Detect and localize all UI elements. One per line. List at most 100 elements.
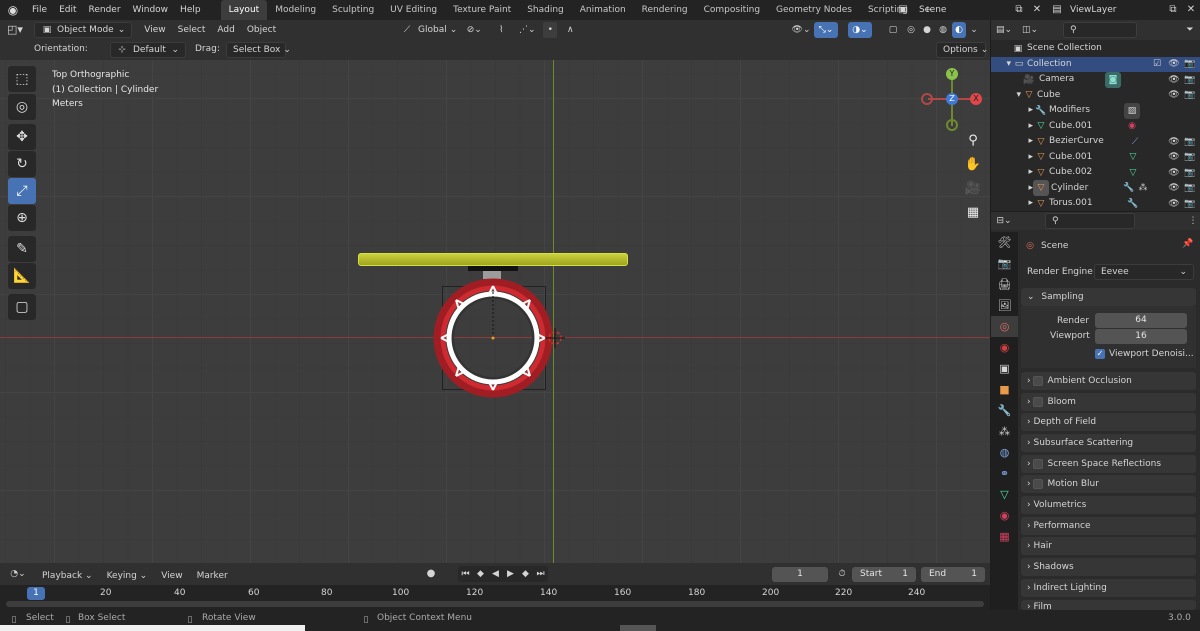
checkbox-icon[interactable] <box>1033 458 1044 469</box>
viewport-samples-field[interactable]: 16 <box>1095 329 1187 344</box>
tab-rendering[interactable]: Rendering <box>634 0 696 20</box>
move-tool[interactable]: ✥ <box>8 124 36 150</box>
add-cube-tool[interactable]: ▢ <box>8 294 36 320</box>
camera-render-icon[interactable]: 📷 <box>1183 196 1197 212</box>
eye-icon[interactable]: 👁 <box>1167 149 1181 165</box>
menu-playback[interactable]: Playback ⌄ <box>36 566 99 586</box>
rendered-shading-icon[interactable]: ◐ <box>952 22 966 38</box>
properties-editor-icon[interactable]: ⊟⌄ <box>991 213 1017 229</box>
blender-logo-icon[interactable]: ◉ <box>0 2 26 18</box>
stopwatch-icon[interactable]: ⏱ <box>835 566 849 582</box>
tool-tab-icon[interactable]: 🛠 <box>991 232 1018 253</box>
transform-tool[interactable]: ⊕ <box>8 205 36 231</box>
outliner-item-torus-001[interactable]: ▸ ▽ Torus.001 🔧 👁 📷 <box>991 196 1200 212</box>
scene-selector[interactable]: ▣ Scene <box>893 2 1011 18</box>
outliner-search-input[interactable]: ⚲ <box>1063 22 1137 38</box>
pivot-icon[interactable]: ⊘⌄ <box>463 22 485 38</box>
editor-type-icon[interactable]: ◰▾ <box>0 22 30 38</box>
camera-render-icon[interactable]: 📷 <box>1183 72 1197 88</box>
current-frame-field[interactable]: 1 <box>772 567 828 582</box>
camera-render-icon[interactable]: 📷 <box>1183 165 1197 181</box>
menu-add[interactable]: Add <box>211 20 240 40</box>
cursor-tool[interactable]: ◎ <box>8 94 36 120</box>
snap-icon[interactable]: ⌇ <box>491 22 511 38</box>
eye-icon[interactable]: 👁 <box>1167 56 1181 72</box>
yellow-bar-object[interactable] <box>358 253 628 266</box>
record-icon[interactable]: ● <box>423 566 439 582</box>
xray-icon[interactable]: ▢ <box>884 22 902 38</box>
timeline-ruler[interactable]: 1 20 40 60 80 100 120 140 160 180 200 22… <box>0 585 990 610</box>
drag-dropdown[interactable]: Select Box ⌄ <box>226 42 291 58</box>
tab-sculpting[interactable]: Sculpting <box>324 0 382 20</box>
modifier-tab-icon[interactable]: 🔧 <box>991 400 1018 421</box>
checkbox-icon[interactable] <box>1033 396 1044 407</box>
menu-view[interactable]: View <box>138 20 171 40</box>
start-frame-field[interactable]: Start 1 <box>852 567 916 582</box>
checkbox-icon[interactable] <box>1033 478 1044 489</box>
playhead-marker[interactable]: 1 <box>27 587 45 600</box>
display-mode-icon[interactable]: ◫⌄ <box>1017 22 1043 38</box>
timeline-scrollbar[interactable] <box>6 601 984 607</box>
outliner-item-cylinder[interactable]: ▸ ▽ Cylinder 🔧 ⁂ 👁 📷 <box>991 180 1200 197</box>
gizmo-x-icon[interactable]: X <box>970 93 982 105</box>
play-reverse-icon[interactable]: ◀ <box>488 566 503 582</box>
outliner-item-modifiers[interactable]: ▸ 🔧 Modifiers ▨ <box>991 102 1200 119</box>
menu-help[interactable]: Help <box>174 0 207 20</box>
tab-animation[interactable]: Animation <box>572 0 634 20</box>
proportional-edit-icon[interactable]: • <box>543 22 558 38</box>
outliner-item-camera[interactable]: 🎥 Camera ◙ 👁 📷 <box>991 71 1200 88</box>
panel-subsurface-scattering[interactable]: › Subsurface Scattering <box>1021 434 1196 452</box>
menu-window[interactable]: Window <box>127 0 175 20</box>
view-layer-selector[interactable]: ▤ ViewLayer <box>1048 2 1163 18</box>
tab-shading[interactable]: Shading <box>519 0 572 20</box>
gizmo-y-icon[interactable]: Y <box>946 68 958 80</box>
pin-icon[interactable]: 📌 <box>1181 236 1195 252</box>
wireframe-shading-icon[interactable]: ◎ <box>904 22 918 38</box>
texture-tab-icon[interactable]: ▦ <box>991 526 1018 547</box>
viewport-denoise-checkbox[interactable]: ✓ Viewport Denoisi... <box>1095 349 1194 359</box>
eye-icon[interactable]: 👁 <box>1167 72 1181 88</box>
scene-tab-icon[interactable]: ◎ <box>991 316 1018 337</box>
annotate-tool[interactable]: ✎ <box>8 236 36 262</box>
torus-ring-object[interactable] <box>430 278 554 400</box>
solid-shading-icon[interactable]: ● <box>920 22 934 38</box>
tab-modeling[interactable]: Modeling <box>267 0 324 20</box>
panel-depth-of-field[interactable]: › Depth of Field <box>1021 413 1196 431</box>
camera-view-icon[interactable]: 🎥 <box>962 178 984 200</box>
render-engine-dropdown[interactable]: Eevee ⌄ <box>1094 264 1194 280</box>
outliner-root[interactable]: ▣ Scene Collection <box>991 41 1200 57</box>
falloff-icon[interactable]: ∧ <box>563 22 577 38</box>
next-keyframe-icon[interactable]: ◆ <box>518 566 533 582</box>
render-samples-field[interactable]: 64 <box>1095 313 1187 328</box>
outliner-editor-icon[interactable]: ▤⌄ <box>991 22 1017 38</box>
snap-target-icon[interactable]: ⋰⌄ <box>517 22 537 38</box>
tab-compositing[interactable]: Compositing <box>696 0 768 20</box>
zoom-icon[interactable]: ⚲ <box>962 130 984 152</box>
menu-edit[interactable]: Edit <box>53 0 82 20</box>
sampling-panel-header[interactable]: ⌄ Sampling <box>1021 288 1196 306</box>
outliner-item-beziercurve[interactable]: ▸ ▽ BezierCurve ⟋ 👁 📷 <box>991 134 1200 150</box>
eye-icon[interactable]: 👁 <box>1167 196 1181 212</box>
gizmo-neg-x-icon[interactable] <box>921 93 933 105</box>
select-box-tool[interactable]: ⬚ <box>8 66 36 92</box>
menu-marker[interactable]: Marker <box>191 566 234 586</box>
shading-options-icon[interactable]: ⌄ <box>968 22 980 38</box>
pan-hand-icon[interactable]: ✋ <box>962 154 984 176</box>
properties-search-input[interactable]: ⚲ <box>1045 213 1135 229</box>
menu-keying[interactable]: Keying ⌄ <box>101 566 154 586</box>
checkbox-icon[interactable]: ☑ <box>1151 56 1163 72</box>
rotate-tool[interactable]: ↻ <box>8 151 36 177</box>
new-view-layer-icon[interactable]: ⧉ <box>1166 2 1180 18</box>
transform-orientation-dropdown[interactable]: ⟋ Global ⌄ <box>400 22 457 38</box>
menu-select[interactable]: Select <box>172 20 212 40</box>
tab-layout[interactable]: Layout <box>220 0 268 20</box>
panel-screen-space-reflections[interactable]: › Screen Space Reflections <box>1021 455 1196 473</box>
world-tab-icon[interactable]: ◉ <box>991 337 1018 358</box>
jump-start-icon[interactable]: ⏮ <box>458 566 473 582</box>
tab-texture-paint[interactable]: Texture Paint <box>445 0 519 20</box>
output-tab-icon[interactable]: 🖨 <box>991 274 1018 295</box>
outliner-item-cube-001[interactable]: ▸ ▽ Cube.001 ◉ <box>991 119 1200 135</box>
new-scene-icon[interactable]: ⧉ <box>1012 2 1026 18</box>
panel-volumetrics[interactable]: › Volumetrics <box>1021 496 1196 514</box>
eye-icon[interactable]: 👁 <box>1167 180 1181 196</box>
